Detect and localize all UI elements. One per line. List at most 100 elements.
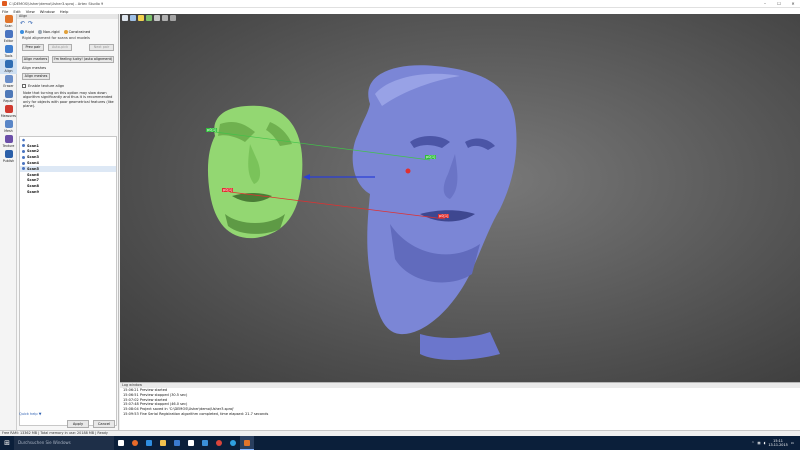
tool-tools[interactable]: Tools	[0, 44, 17, 59]
tool-scan[interactable]: Scan	[0, 14, 17, 29]
mail-icon[interactable]	[198, 436, 212, 450]
windows-start-icon[interactable]: ⊞	[0, 436, 14, 450]
visible-icon[interactable]	[22, 167, 25, 171]
edge-icon[interactable]	[142, 436, 156, 450]
menu-help[interactable]: Help	[60, 9, 69, 14]
non-rigid-icon	[38, 29, 43, 34]
hidden-icon[interactable]	[22, 179, 25, 182]
firefox-icon[interactable]	[128, 436, 142, 450]
maximize-button[interactable]: ☐	[772, 0, 786, 8]
next-pair-button[interactable]: Next pair	[89, 44, 114, 51]
repair-icon	[4, 90, 13, 98]
tool-eraser[interactable]: Eraser	[0, 74, 17, 89]
scan-icon	[4, 15, 13, 23]
tool-label: Measures	[0, 114, 17, 118]
arrow-head-icon	[303, 174, 310, 180]
menu-edit[interactable]: Edit	[13, 9, 20, 14]
clock[interactable]: 15:11 13.11.2015	[768, 439, 787, 448]
menu-file[interactable]: File	[2, 9, 8, 14]
constrained-icon	[63, 29, 68, 34]
chrome-icon[interactable]	[212, 436, 226, 450]
auto-pick-button[interactable]: Auto-pick	[48, 44, 72, 51]
marker-left-red[interactable]: p0[1]	[222, 188, 234, 192]
artec-icon[interactable]	[240, 436, 254, 450]
visible-icon[interactable]	[22, 161, 25, 165]
visible-icon[interactable]	[22, 144, 25, 148]
volume-icon[interactable]: ◖	[764, 441, 766, 445]
marker-right-red[interactable]: p0[1]	[438, 214, 450, 218]
cancel-button[interactable]: Cancel	[93, 420, 115, 428]
skype-icon[interactable]	[226, 436, 240, 450]
close-button[interactable]: ✕	[786, 0, 800, 8]
align-mode-row: Rigid Non-rigid Constrained	[17, 28, 118, 35]
redo-icon[interactable]: ↷	[28, 20, 33, 27]
action-center-icon[interactable]: ▭	[791, 441, 794, 445]
prev-pair-button[interactable]: Prev pair	[22, 44, 44, 51]
tree-item[interactable]: Scan9	[20, 189, 116, 195]
tool-label: Mesh	[4, 129, 13, 133]
tool-label: Tools	[4, 54, 13, 58]
visible-icon[interactable]	[22, 155, 25, 159]
marker-left-green[interactable]: p0[1]	[206, 128, 218, 132]
measures-icon	[4, 105, 13, 113]
menu-window[interactable]: Window	[40, 9, 55, 14]
align-meshes-button[interactable]: Align meshes	[22, 73, 50, 80]
notification-chevron-icon[interactable]: ^	[752, 441, 755, 445]
red-point-icon[interactable]	[405, 168, 411, 174]
eraser-icon	[4, 75, 13, 83]
left-scan[interactable]	[207, 105, 303, 239]
scene	[207, 65, 517, 360]
tool-label: Publish	[2, 159, 15, 163]
mode-constrained[interactable]: Constrained	[63, 29, 90, 34]
app-icon	[2, 1, 7, 6]
task-view-icon[interactable]	[114, 436, 128, 450]
editor-icon	[4, 30, 13, 38]
visible-icon[interactable]	[22, 149, 25, 153]
network-icon[interactable]: ▦	[757, 441, 760, 445]
quick-help-link[interactable]: Quick help ▼	[19, 412, 41, 416]
tool-label: Align	[4, 69, 13, 73]
tool-editor[interactable]: Editor	[0, 29, 17, 44]
store-icon[interactable]	[170, 436, 184, 450]
system-tray: ^ ▦ ◖ 15:11 13.11.2015 ▭	[752, 439, 800, 448]
texture-align-checkbox[interactable]	[22, 84, 26, 88]
tool-repair[interactable]: Repair	[0, 89, 17, 104]
explorer-icon[interactable]	[156, 436, 170, 450]
hidden-icon[interactable]	[22, 185, 25, 188]
panel-subtitle: Rigid alignment for scans and models	[22, 36, 90, 40]
publish-icon	[4, 150, 13, 158]
tool-strip: Scan Editor Tools Align Eraser Repair Me…	[0, 14, 17, 430]
tool-mesh[interactable]: Mesh	[0, 119, 17, 134]
apply-button[interactable]: Apply	[67, 420, 89, 428]
undo-icon[interactable]: ↶	[20, 20, 25, 27]
title-bar: C:\DEMOS\Usher\demo\Usher3.sproj - Artec…	[0, 0, 800, 8]
3d-viewport[interactable]: p0[1] p0[1] p0[1] p0[1]	[120, 14, 800, 382]
scan-tree: ● Scan1 Scan2 Scan3 Scan4 Scan5 Scan6 Sc…	[19, 136, 117, 426]
tool-texture[interactable]: Texture	[0, 134, 17, 149]
rigid-icon	[20, 29, 24, 34]
minimize-button[interactable]: –	[758, 0, 772, 8]
align-panel: Align ↶ ↷ Rigid Non-rigid Constrained Ri…	[17, 14, 119, 430]
align-markers-button[interactable]: Align markers	[22, 56, 49, 63]
feeling-lucky-button[interactable]: I'm feeling lucky! (auto alignment)	[52, 56, 114, 63]
mode-label: Non-rigid	[43, 29, 60, 34]
photos-icon[interactable]	[184, 436, 198, 450]
tool-publish[interactable]: Publish	[0, 149, 17, 164]
menu-view[interactable]: View	[26, 9, 35, 14]
hidden-icon[interactable]	[22, 191, 25, 194]
mode-rigid[interactable]: Rigid	[20, 29, 34, 34]
right-scan[interactable]	[352, 65, 517, 360]
tool-align[interactable]: Align	[0, 59, 17, 74]
tools-icon	[4, 45, 13, 53]
taskbar-search-input[interactable]: Durchsuchen Sie Windows	[14, 436, 114, 450]
log-line: 15:09:53 Fine Serial Registration algori…	[123, 411, 269, 416]
align-icon	[4, 60, 13, 68]
mode-non-rigid[interactable]: Non-rigid	[38, 29, 60, 34]
texture-align-note: Note that turning on this option may slo…	[23, 91, 114, 108]
tool-measures[interactable]: Measures	[0, 104, 17, 119]
hidden-icon[interactable]	[22, 173, 25, 176]
tool-label: Eraser	[3, 84, 14, 88]
window-title: C:\DEMOS\Usher\demo\Usher3.sproj - Artec…	[9, 1, 104, 6]
marker-right-green[interactable]: p0[1]	[425, 155, 437, 159]
tool-label: Editor	[3, 39, 14, 43]
